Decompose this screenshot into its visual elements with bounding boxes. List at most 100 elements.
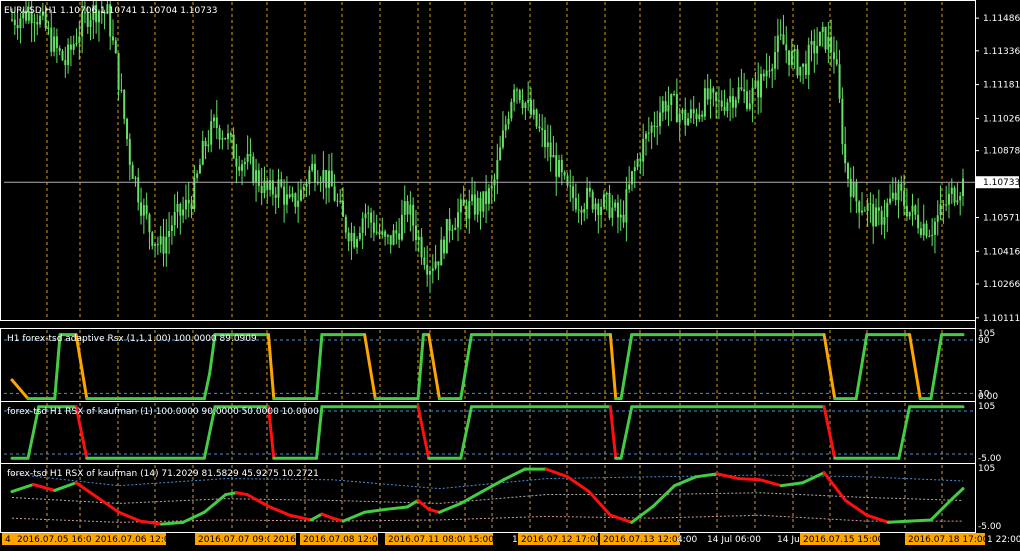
candle-body: [936, 215, 939, 222]
candle-body: [120, 89, 123, 91]
candle-body: [434, 261, 437, 269]
candle-body: [816, 45, 819, 54]
candle-body: [501, 130, 504, 148]
candle-body: [524, 102, 527, 109]
candle-body: [190, 203, 193, 209]
candle-body: [656, 126, 659, 128]
candle-body: [872, 203, 875, 227]
candle-body: [849, 178, 852, 197]
candle-body: [356, 239, 359, 248]
candle-body: [785, 44, 788, 51]
candle-body: [813, 40, 816, 54]
candle-body: [381, 231, 384, 235]
panel2-title: forex-tsd H1 RSX of kaufman (1) 100.0000…: [7, 407, 319, 417]
candle-body: [863, 210, 866, 212]
candle-body: [628, 184, 631, 190]
candle-body: [361, 218, 364, 233]
candle-body: [883, 217, 886, 225]
candle-body: [159, 236, 162, 245]
panel3-segment: [160, 520, 185, 526]
candle-body: [154, 244, 157, 246]
price-tick-label: 1.11486: [983, 14, 1020, 24]
candle-body: [462, 199, 465, 206]
candle-body: [600, 206, 603, 215]
candle-body: [333, 186, 336, 201]
trading-chart[interactable]: 1.11486 1.11336 1.11181 1.11026 1.10878 1.107…: [0, 0, 1020, 551]
candle-body: [807, 44, 810, 75]
candle-body: [527, 100, 530, 103]
candle-body: [184, 199, 187, 210]
candle-body: [790, 51, 793, 65]
candle-body: [529, 100, 532, 115]
candle-body: [569, 185, 572, 187]
current-price-label: 1.10733: [983, 178, 1020, 188]
candle-body: [131, 164, 134, 179]
candle-body: [347, 232, 350, 242]
candle-body: [168, 230, 171, 237]
price-tick-label: 1.10571: [983, 214, 1020, 224]
candle-body: [588, 188, 591, 192]
candle-body: [709, 88, 712, 100]
candle-body: [664, 101, 667, 112]
candle-body: [861, 210, 864, 213]
candle-body: [221, 138, 224, 140]
candle-body: [288, 194, 291, 198]
candle-body: [330, 170, 333, 187]
candle-body: [875, 207, 878, 227]
time-label: 2016.07.05 16:00: [17, 535, 98, 545]
candle-body: [299, 189, 302, 201]
candle-body: [552, 155, 555, 158]
candle-body: [846, 163, 849, 179]
candle-body: [451, 229, 454, 231]
candle-body: [670, 93, 673, 105]
candle-body: [880, 210, 883, 225]
candle-body: [364, 213, 367, 219]
candle-body: [162, 236, 165, 254]
time-label: 1: [512, 535, 518, 545]
candle-body: [737, 87, 740, 100]
candle-body: [560, 160, 563, 173]
candle-body: [678, 113, 681, 123]
candle-body: [933, 221, 936, 235]
candle-body: [285, 194, 288, 205]
candle-body: [774, 52, 777, 69]
candle-body: [583, 209, 586, 213]
candle-body: [757, 80, 760, 98]
candle-body: [931, 234, 934, 236]
candle-body: [866, 203, 869, 211]
candle-body: [232, 134, 235, 159]
candle-body: [740, 87, 743, 90]
time-label: 2016.07.08 12:0: [303, 535, 378, 545]
candle-body: [821, 26, 824, 32]
candle-body: [802, 63, 805, 67]
candle-body: [650, 125, 653, 133]
candle-body: [645, 133, 647, 139]
candle-body: [625, 189, 628, 223]
candle-body: [75, 42, 78, 45]
candle-body: [443, 239, 446, 254]
candle-body: [426, 264, 429, 275]
candle-body: [344, 216, 347, 233]
candle-body: [768, 70, 771, 72]
candle-body: [241, 164, 244, 171]
candle-body: [897, 183, 900, 201]
panel3-segment: [886, 519, 912, 524]
candle-body: [182, 209, 185, 216]
candle-body: [661, 101, 664, 113]
candle-body: [776, 35, 779, 53]
candle-body: [325, 169, 328, 188]
candle-body: [726, 102, 729, 112]
candle-body: [762, 73, 765, 77]
candle-body: [698, 114, 701, 120]
price-tick-label: 1.10111: [983, 314, 1020, 324]
candle-body: [353, 232, 356, 248]
candle-body: [917, 214, 920, 229]
candle-body: [541, 128, 544, 130]
candle-body: [389, 235, 392, 245]
candle-body: [959, 195, 962, 201]
candle-body: [170, 225, 173, 231]
candle-body: [939, 204, 942, 216]
candle-body: [844, 144, 847, 164]
candle-body: [305, 183, 308, 187]
candle-body: [134, 177, 137, 179]
